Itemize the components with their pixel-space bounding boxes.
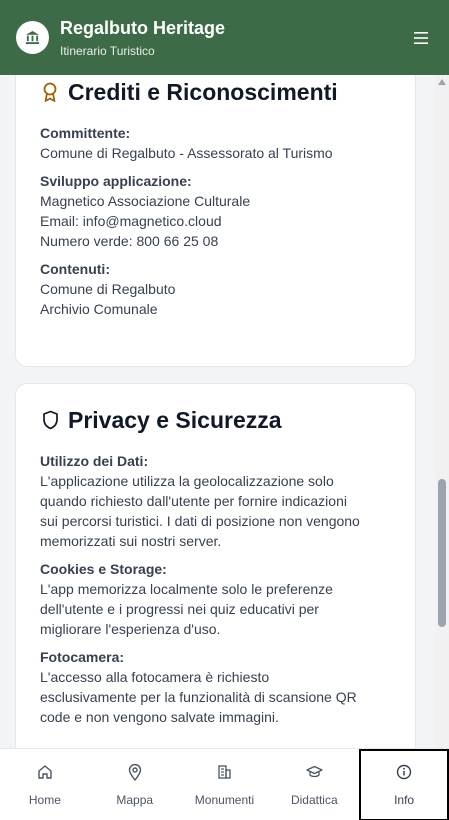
- main-content: Crediti e Riconoscimenti Committente: Co…: [0, 75, 449, 748]
- nav-item-info[interactable]: Info: [359, 749, 449, 820]
- section-line: L'accesso alla fotocamera è richiesto: [40, 669, 270, 685]
- privacy-section-cookies: Cookies e Storage: L'app memorizza local…: [40, 559, 391, 639]
- nav-label: Mappa: [116, 793, 154, 807]
- section-label: Utilizzo dei Dati:: [40, 453, 149, 469]
- app-subtitle: Itinerario Turistico: [60, 43, 155, 58]
- header-titles: Regalbuto Heritage Itinerario Turistico: [60, 17, 409, 59]
- section-line: sui percorsi turistici. I dati di posizi…: [40, 513, 360, 529]
- section-line: L'app memorizza localmente solo le prefe…: [40, 581, 333, 597]
- credits-section-sviluppo: Sviluppo applicazione: Magnetico Associa…: [40, 171, 391, 251]
- section-label: Cookies e Storage:: [40, 561, 167, 577]
- section-label: Contenuti:: [40, 261, 110, 277]
- info-icon: [396, 762, 412, 782]
- privacy-header: Privacy e Sicurezza: [40, 406, 391, 434]
- section-line: migliorare l'esperienza d'uso.: [40, 621, 221, 637]
- scrollbar-thumb[interactable]: [438, 479, 446, 627]
- section-line: quando richiesto dall'utente per fornire…: [40, 493, 347, 509]
- privacy-title: Privacy e Sicurezza: [68, 407, 282, 433]
- nav-item-monumenti[interactable]: Monumenti: [180, 749, 270, 820]
- section-line: esclusivamente per la funzionalità di sc…: [40, 689, 357, 705]
- section-line: L'applicazione utilizza la geolocalizzaz…: [40, 473, 334, 489]
- app-title: Regalbuto Heritage: [60, 17, 226, 38]
- privacy-section-fotocamera: Fotocamera: L'accesso alla fotocamera è …: [40, 647, 391, 727]
- section-line: Comune di Regalbuto - Assessorato al Tur…: [40, 145, 333, 161]
- museum-icon[interactable]: [16, 21, 49, 54]
- section-label: Fotocamera:: [40, 649, 125, 665]
- credits-section-committente: Committente: Comune di Regalbuto - Asses…: [40, 123, 391, 163]
- section-line: code e non vengono salvate immagini.: [40, 709, 279, 725]
- section-line: dell'utente e i progressi nei quiz educa…: [40, 601, 319, 617]
- credits-card: Crediti e Riconoscimenti Committente: Co…: [15, 75, 416, 367]
- nav-label: Home: [28, 793, 61, 807]
- nav-label: Didattica: [290, 793, 338, 807]
- section-line: Archivio Comunale: [40, 301, 158, 317]
- scroll-up-arrow-icon[interactable]: [438, 79, 446, 85]
- section-line: Comune di Regalbuto: [40, 281, 176, 297]
- shield-icon: [40, 408, 60, 432]
- section-line: memorizzati sui nostri server.: [40, 533, 222, 549]
- home-icon: [37, 762, 53, 782]
- app-root: Regalbuto Heritage Itinerario Turistico: [0, 0, 449, 820]
- map-pin-icon: [128, 762, 142, 782]
- contact-email[interactable]: Email: info@magnetico.cloud: [40, 211, 391, 231]
- privacy-section-dati: Utilizzo dei Dati: L'applicazione utiliz…: [40, 451, 391, 551]
- nav-item-mappa[interactable]: Mappa: [90, 749, 180, 820]
- nav-label: Monumenti: [194, 793, 255, 807]
- vertical-scrollbar[interactable]: [435, 75, 449, 748]
- section-label: Committente:: [40, 125, 131, 141]
- graduation-cap-icon: [306, 762, 323, 782]
- bottom-nav: Home Mappa Monumenti Didattica Info: [0, 748, 449, 820]
- building-icon: [216, 762, 232, 782]
- credits-section-contenuti: Contenuti: Comune di Regalbuto Archivio …: [40, 259, 391, 319]
- award-icon: [40, 80, 60, 104]
- section-line: Magnetico Associazione Culturale: [40, 193, 251, 209]
- nav-item-didattica[interactable]: Didattica: [269, 749, 359, 820]
- nav-item-home[interactable]: Home: [0, 749, 90, 820]
- privacy-card: Privacy e Sicurezza Utilizzo dei Dati: L…: [15, 383, 416, 748]
- credits-header: Crediti e Riconoscimenti: [40, 78, 391, 106]
- section-label: Sviluppo applicazione:: [40, 173, 192, 189]
- hamburger-menu-icon[interactable]: [409, 26, 433, 50]
- app-header: Regalbuto Heritage Itinerario Turistico: [0, 0, 449, 75]
- nav-label: Info: [394, 793, 415, 807]
- credits-title: Crediti e Riconoscimenti: [68, 79, 338, 105]
- contact-phone[interactable]: Numero verde: 800 66 25 08: [40, 231, 391, 251]
